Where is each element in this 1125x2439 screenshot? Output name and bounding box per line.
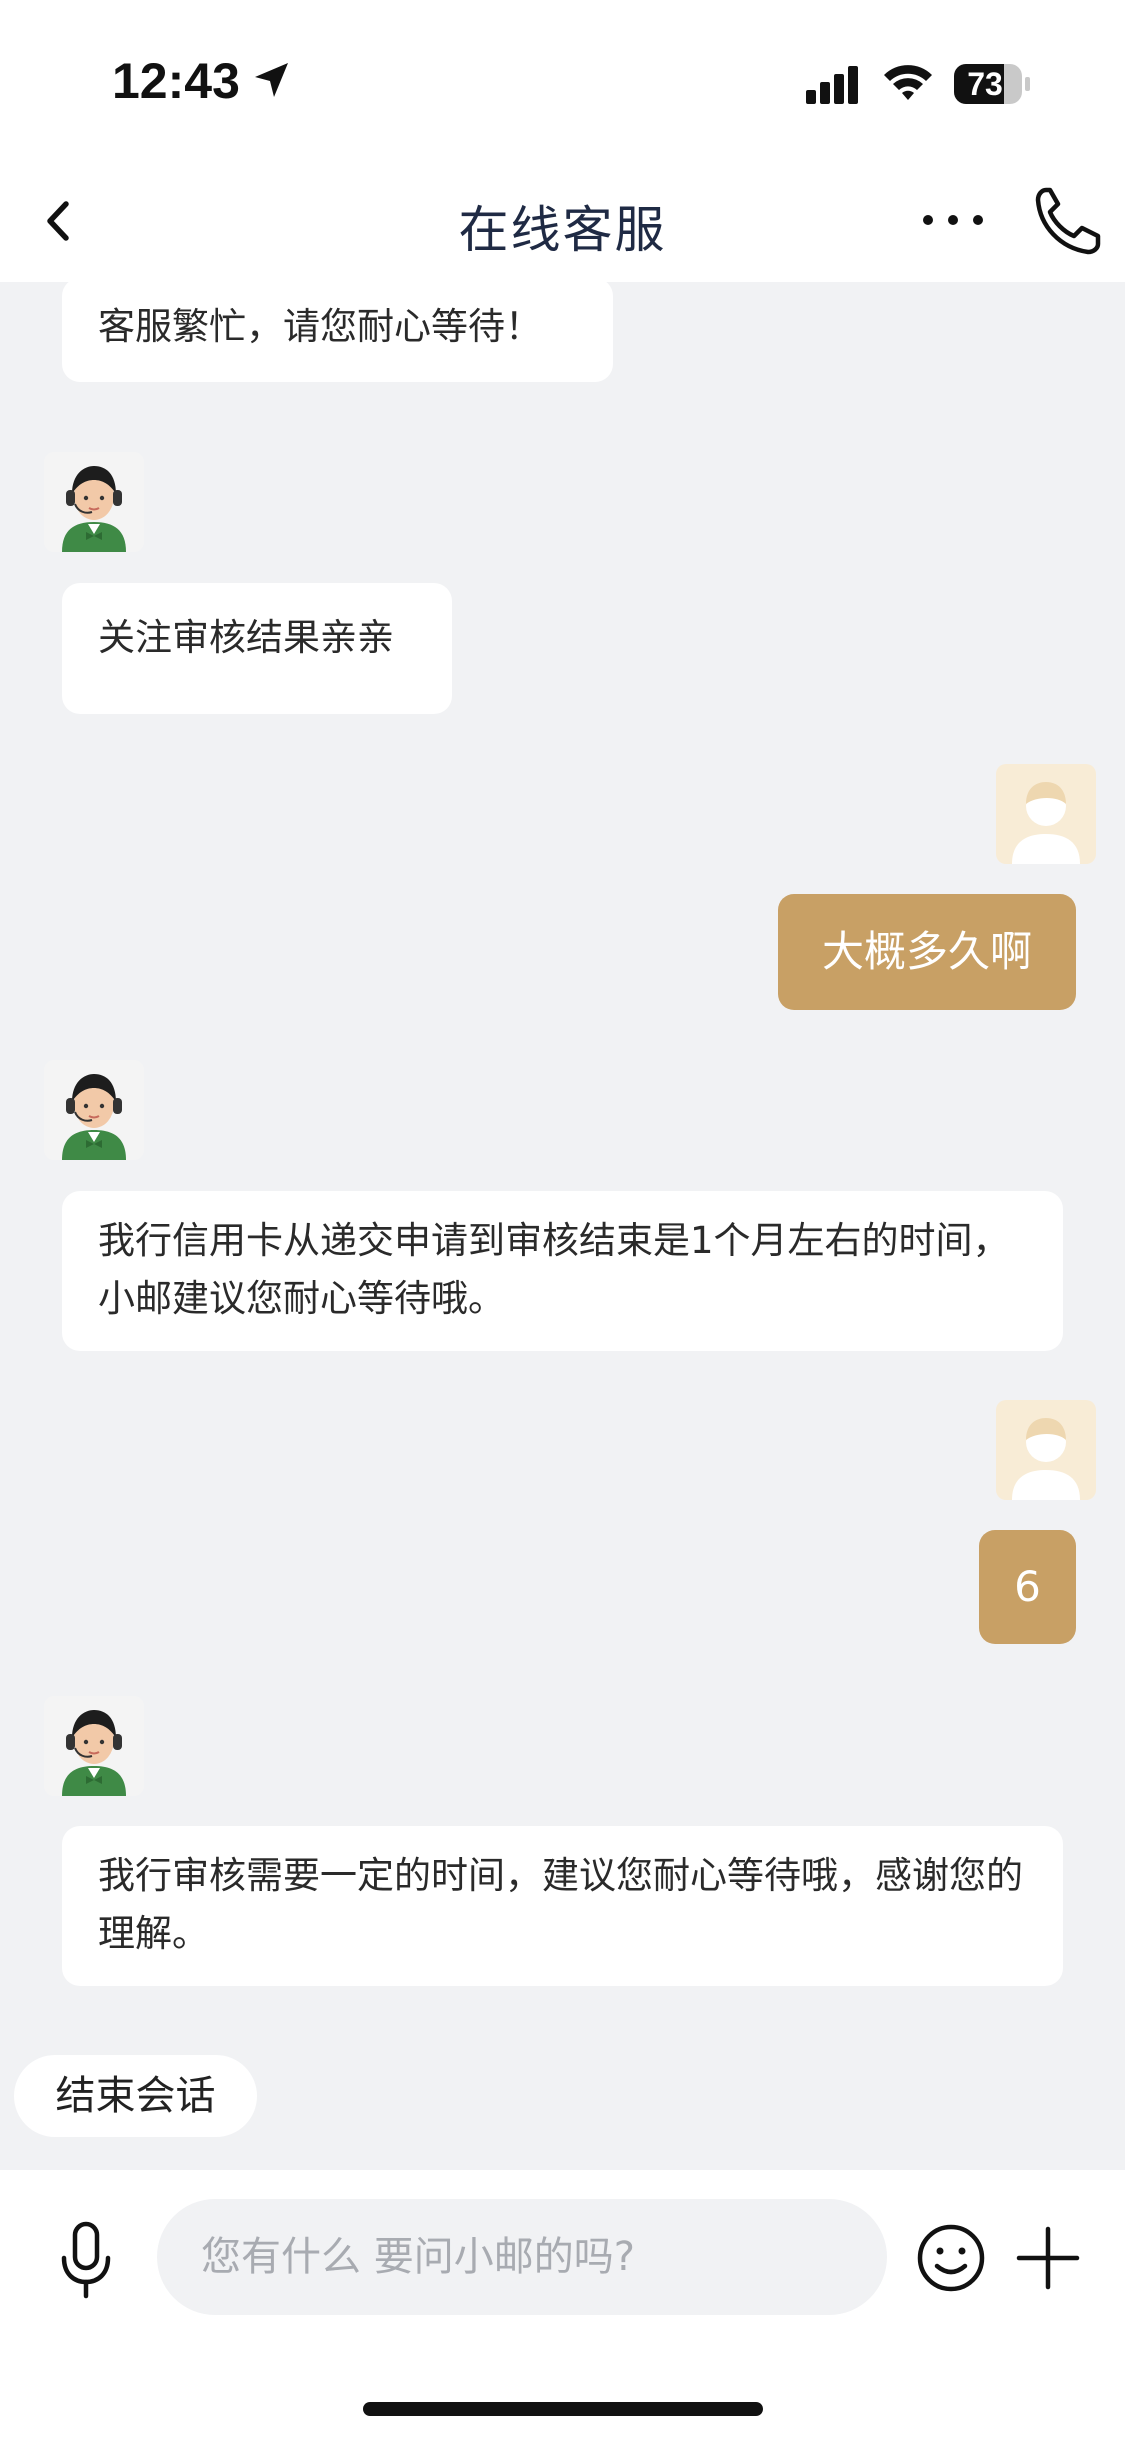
status-time: 12:43 xyxy=(112,53,240,109)
home-indicator[interactable] xyxy=(363,2402,763,2416)
user-avatar xyxy=(996,1400,1096,1500)
status-bar: 12:43 73 xyxy=(0,0,1125,160)
user-avatar xyxy=(996,764,1096,864)
location-arrow-icon xyxy=(255,63,288,97)
more-button[interactable] xyxy=(918,200,988,240)
message-input[interactable] xyxy=(157,2199,887,2315)
agent-message-bubble: 我行信用卡从递交申请到审核结束是1个月左右的时间，小邮建议您耐心等待哦。 xyxy=(62,1191,1063,1351)
message-text: 6 xyxy=(1014,1562,1041,1611)
customer-service-avatar-icon xyxy=(44,1696,144,1796)
emoji-icon xyxy=(917,2224,985,2292)
agent-message-bubble: 关注审核结果亲亲 xyxy=(62,583,452,714)
phone-icon xyxy=(1035,187,1101,255)
end-session-button[interactable]: 结束会话 xyxy=(14,2055,257,2137)
customer-service-avatar-icon xyxy=(44,1060,144,1160)
agent-message-bubble: 我行审核需要一定的时间，建议您耐心等待哦，感谢您的理解。 xyxy=(62,1826,1063,1986)
message-text: 客服繁忙，请您耐心等待！ xyxy=(98,305,542,348)
microphone-icon xyxy=(61,2221,111,2299)
agent-message-bubble: 客服繁忙，请您耐心等待！ xyxy=(62,282,613,382)
message-text: 关注审核结果亲亲 xyxy=(98,616,394,659)
voice-input-button[interactable] xyxy=(58,2220,114,2300)
user-avatar-icon xyxy=(996,1400,1096,1500)
customer-service-avatar-icon xyxy=(44,452,144,552)
input-bar xyxy=(0,2170,1125,2439)
nav-bar: 在线客服 xyxy=(0,160,1125,282)
user-avatar-icon xyxy=(996,764,1096,864)
add-attachment-button[interactable] xyxy=(1015,2225,1081,2291)
signal-icon xyxy=(806,66,858,104)
wifi-icon xyxy=(884,65,932,100)
battery-level: 73 xyxy=(967,66,1003,102)
user-message-bubble: 大概多久啊 xyxy=(778,894,1076,1010)
agent-avatar xyxy=(44,1696,144,1796)
agent-avatar xyxy=(44,452,144,552)
message-text: 我行信用卡从递交申请到审核结束是1个月左右的时间，小邮建议您耐心等待哦。 xyxy=(98,1219,1010,1320)
emoji-button[interactable] xyxy=(915,2222,987,2294)
more-icon xyxy=(923,215,983,225)
call-button[interactable] xyxy=(1032,182,1102,258)
user-message-bubble: 6 xyxy=(979,1530,1076,1644)
agent-avatar xyxy=(44,1060,144,1160)
message-text: 大概多久啊 xyxy=(821,927,1032,976)
chat-area[interactable]: 客服繁忙，请您耐心等待！ 关注审核结果亲亲 大概多久啊 我行信用卡从递交申请到审… xyxy=(0,282,1125,2170)
message-text: 我行审核需要一定的时间，建议您耐心等待哦，感谢您的理解。 xyxy=(98,1854,1023,1955)
plus-icon xyxy=(1016,2226,1080,2290)
